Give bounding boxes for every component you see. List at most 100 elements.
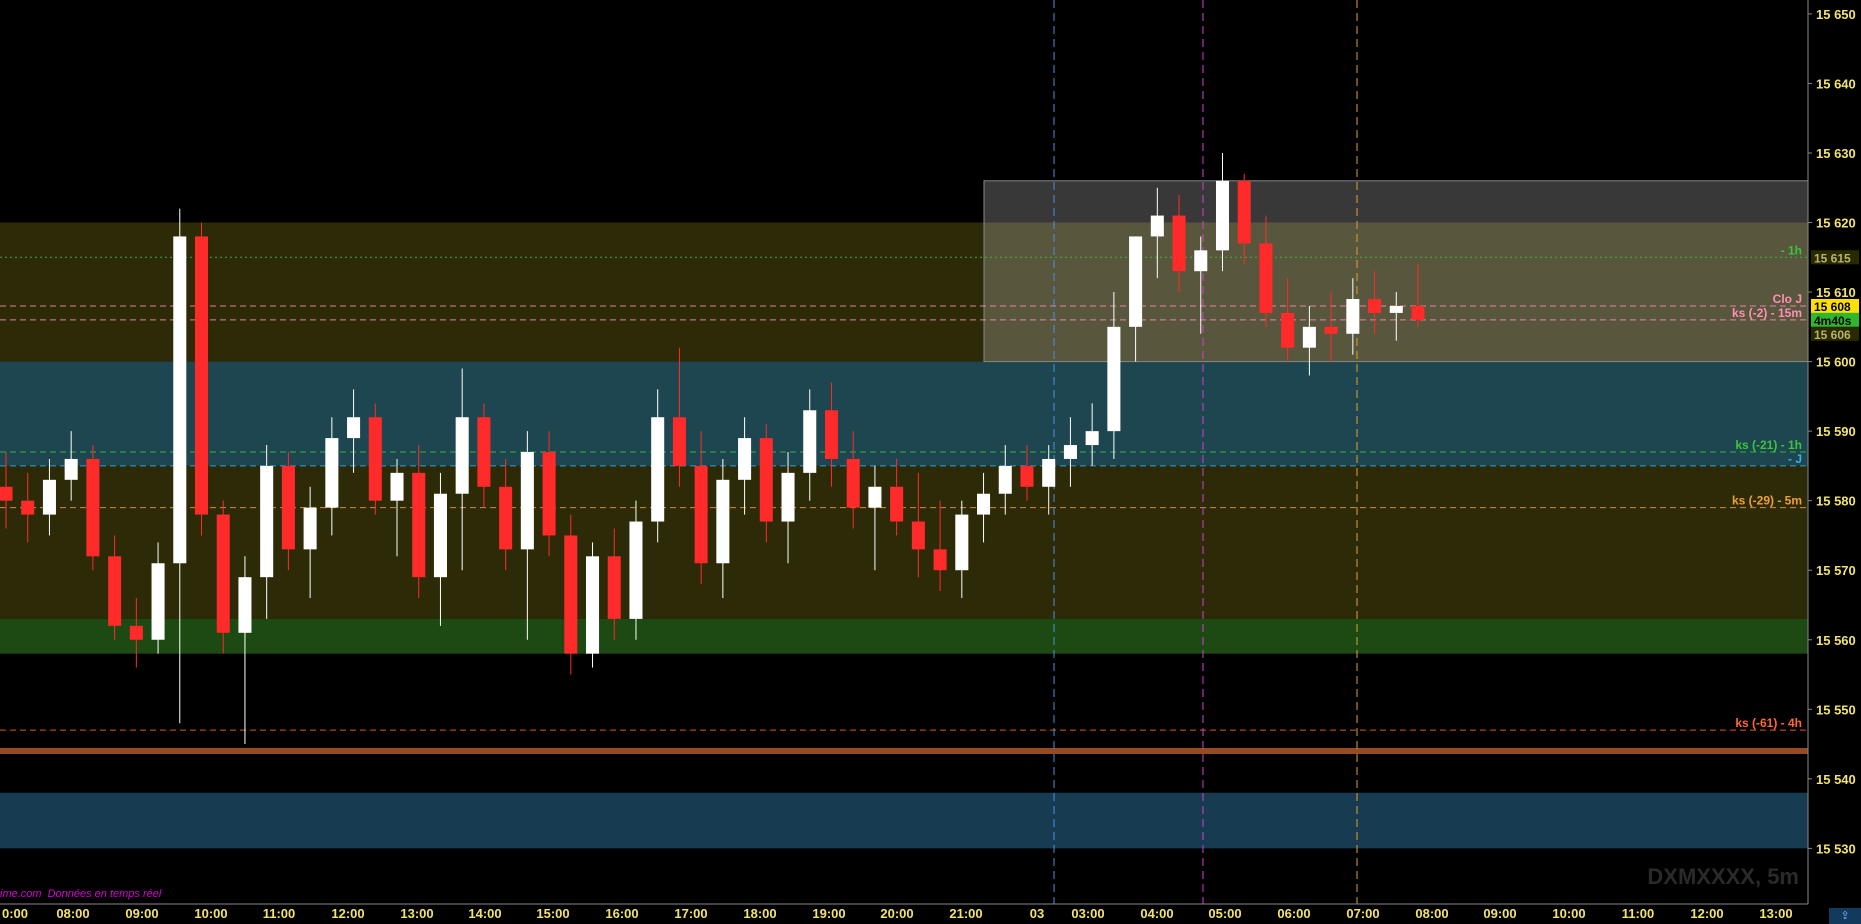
candle-9 [194, 222, 209, 536]
candle-body [238, 577, 252, 633]
time-tick-label-12: 19:00 [812, 906, 845, 921]
candle-4 [86, 445, 100, 571]
candle-body [846, 458, 860, 508]
time-tick-label-17: 04:00 [1140, 906, 1173, 921]
time-tick-label-11: 18:00 [743, 906, 776, 921]
price-tick-label-9: 15 560 [1816, 633, 1856, 648]
zones-layer [0, 0, 1861, 924]
price-tick-label-2: 15 630 [1816, 146, 1856, 161]
candle-27 [586, 542, 600, 668]
time-tick-label-4: 11:00 [263, 906, 296, 921]
time-tick-label-16: 03:00 [1071, 906, 1104, 921]
candle-body [672, 417, 686, 466]
candle-body [759, 438, 773, 522]
time-tick-label-0: 0:00 [2, 906, 28, 921]
level-label-3: ks (-21) - 1h [1735, 438, 1802, 452]
candle-body [1346, 299, 1360, 334]
candle-body [1389, 305, 1403, 313]
time-tick-label-24: 11:00 [1622, 906, 1655, 921]
level-label-6: ks (-61) - 4h [1735, 716, 1802, 730]
scroll-up-icon[interactable]: ⇪ [1829, 908, 1861, 924]
time-tick-label-7: 14:00 [468, 906, 501, 921]
time-tick-label-22: 09:00 [1483, 906, 1516, 921]
candle-body [42, 479, 56, 515]
candle-body [716, 479, 730, 564]
candle-body [281, 465, 295, 550]
candle-body [1063, 445, 1077, 459]
candle-body [1302, 326, 1316, 348]
candle-body [738, 438, 752, 480]
candle-body [1085, 431, 1099, 446]
time-tick-label-3: 10:00 [194, 906, 227, 921]
candle-body [1237, 180, 1251, 244]
price-tick-label-5: 15 600 [1816, 355, 1856, 370]
time-tick-label-6: 13:00 [400, 906, 433, 921]
price-tick-label-10: 15 550 [1816, 702, 1856, 717]
time-tick-label-14: 21:00 [949, 906, 982, 921]
candle-body [1150, 215, 1164, 237]
candle-body [0, 486, 13, 501]
time-tick-label-1: 08:00 [56, 906, 89, 921]
candle-body [173, 236, 187, 564]
candle-body [564, 535, 578, 654]
level-label-5: ks (-29) - 5m [1732, 494, 1802, 508]
time-tick-label-18: 05:00 [1208, 906, 1241, 921]
realtime-label: Données en temps réel [47, 888, 162, 900]
price-tick-label-12: 15 530 [1816, 841, 1856, 856]
time-tick-label-13: 20:00 [880, 906, 913, 921]
price-badge-label-0: 15 615 [1814, 251, 1851, 265]
candle-body [955, 514, 969, 571]
price-tick-label-1: 15 640 [1816, 76, 1856, 91]
candle-body [824, 410, 838, 459]
price-tick-label-0: 15 650 [1816, 7, 1856, 22]
price-chart[interactable]: - 1h Clo Jks (-2) - 15m ks (-21) - 1h- J ks… [0, 0, 1861, 924]
candle-body [1107, 326, 1121, 432]
candle-body [64, 458, 78, 480]
candle-body [607, 556, 621, 619]
candle-body [1324, 326, 1338, 334]
candle-body [890, 486, 904, 522]
instrument-watermark: DXMXXXX, 5m [1647, 864, 1799, 889]
time-tick-label-21: 08:00 [1415, 906, 1448, 921]
candle-body [433, 493, 447, 578]
candle-body [194, 236, 209, 515]
candle-body [1042, 458, 1056, 487]
candle-body [368, 417, 382, 501]
candle-body [933, 549, 947, 571]
level-label-1: Clo J [1773, 292, 1802, 306]
candle-body [1411, 305, 1425, 320]
time-tick-label-2: 09:00 [125, 906, 158, 921]
candle-body [151, 563, 165, 640]
candle-body [542, 452, 556, 536]
candle-body [629, 521, 643, 619]
candle-body [977, 493, 991, 515]
price-badge-label-3: 15 606 [1814, 328, 1851, 342]
price-tick-label-7: 15 580 [1816, 494, 1856, 509]
candle-10 [216, 500, 230, 654]
candle-body [86, 458, 100, 557]
time-tick-label-23: 10:00 [1552, 906, 1585, 921]
time-tick-label-25: 12:00 [1690, 906, 1723, 921]
candle-body [1259, 243, 1273, 313]
candle-body [1368, 299, 1382, 313]
time-tick-label-19: 06:00 [1277, 906, 1310, 921]
zone-3 [0, 618, 1808, 654]
candle-body [325, 438, 339, 508]
candle-body [129, 625, 143, 640]
candle-body [694, 465, 708, 564]
price-badge-label-1: 15 608 [1814, 300, 1851, 314]
candle-body [1129, 236, 1143, 327]
price-tick-label-6: 15 590 [1816, 424, 1856, 439]
zone-1 [0, 361, 1808, 466]
data-source-footer: ime.com Données en temps réel [0, 888, 167, 900]
level-label-0: - 1h [1781, 243, 1802, 257]
candle-body [216, 514, 230, 633]
candle-body [911, 521, 925, 550]
candle-body [586, 556, 600, 654]
candle-body [303, 507, 317, 550]
level-label-2: ks (-2) - 15m [1732, 306, 1802, 320]
candle-body [412, 472, 426, 578]
time-tick-label-20: 07:00 [1346, 906, 1379, 921]
candle-body [998, 465, 1012, 494]
candle-body [108, 556, 122, 626]
